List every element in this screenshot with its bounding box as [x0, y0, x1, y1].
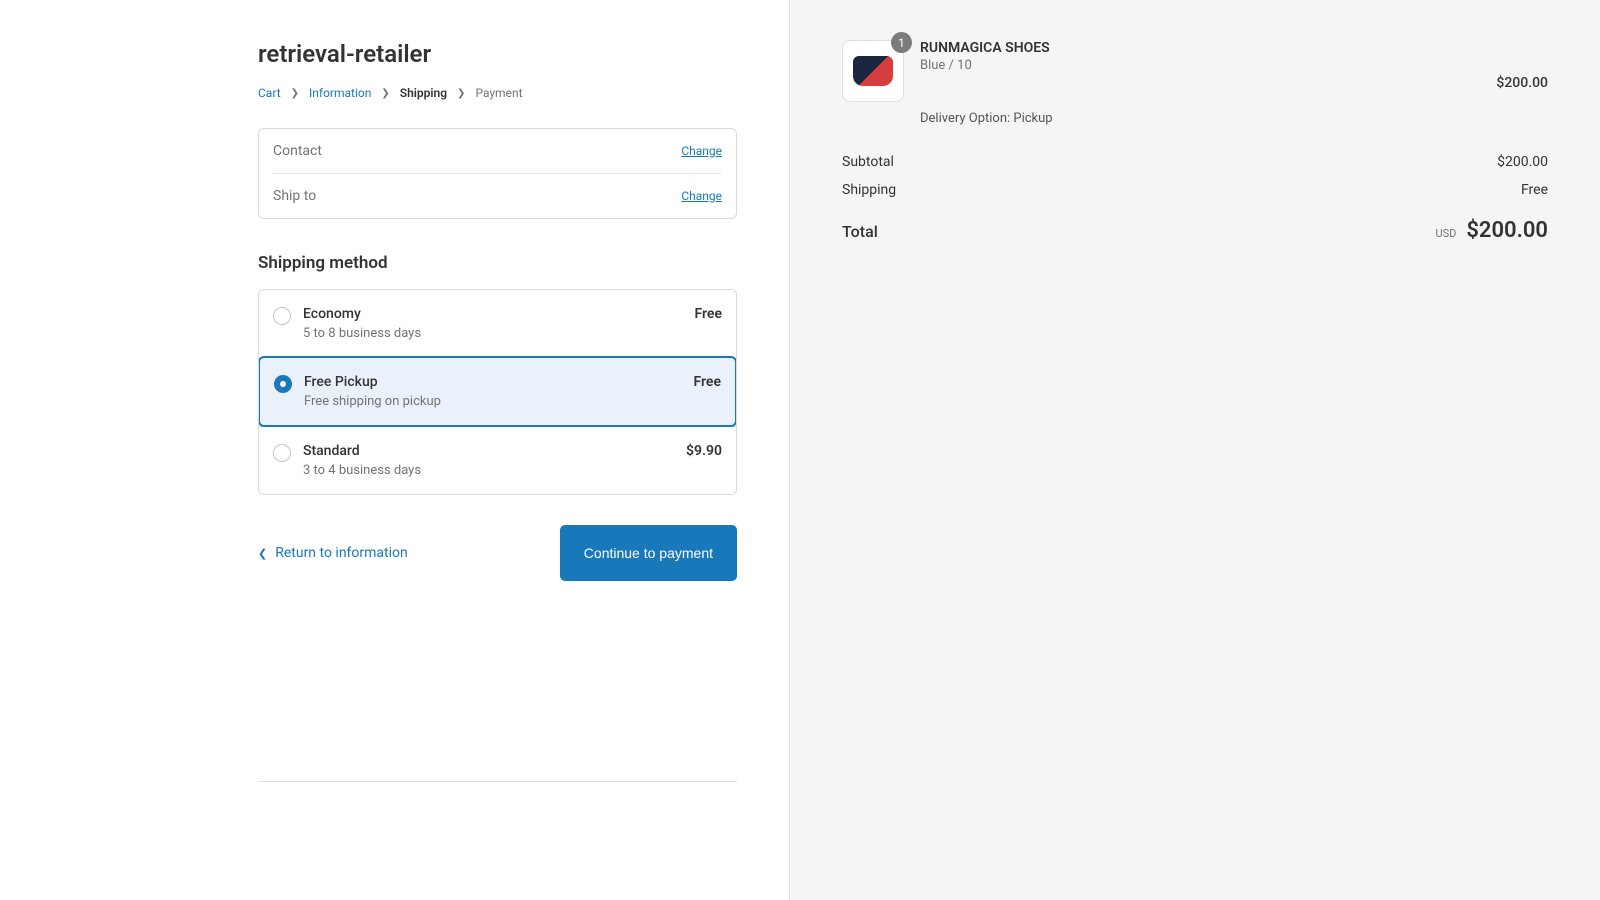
- shipping-option-name: Standard: [303, 443, 674, 459]
- actions-row: ❮ Return to information Continue to paym…: [258, 525, 737, 581]
- review-contact-label: Contact: [273, 143, 333, 159]
- total-amount: $200.00: [1466, 218, 1548, 243]
- review-shipto-label: Ship to: [273, 188, 333, 204]
- change-shipto-link[interactable]: Change: [681, 189, 722, 203]
- footer-divider: [258, 781, 737, 782]
- subtotal-label: Subtotal: [842, 154, 894, 170]
- shipping-option-price: $9.90: [686, 443, 722, 459]
- chevron-right-icon: ❯: [381, 88, 389, 99]
- shipping-option-desc: Free shipping on pickup: [304, 394, 682, 409]
- shipping-cost-value: Free: [1521, 182, 1548, 198]
- store-title: retrieval-retailer: [258, 40, 737, 68]
- breadcrumb-information[interactable]: Information: [309, 86, 371, 100]
- shoe-icon: [853, 56, 893, 86]
- breadcrumb: Cart ❯ Information ❯ Shipping ❯ Payment: [258, 86, 737, 100]
- currency-code: USD: [1435, 227, 1456, 240]
- shipping-option-desc: 3 to 4 business days: [303, 463, 674, 478]
- breadcrumb-shipping: Shipping: [400, 86, 447, 100]
- review-shipto-row: Ship to Change: [273, 173, 722, 218]
- item-delivery-option: Delivery Option: Pickup: [920, 111, 1480, 126]
- order-summary-sidebar: 1 RUNMAGICA SHOES Blue / 10 Delivery Opt…: [790, 0, 1600, 900]
- shipping-option-economy[interactable]: Economy 5 to 8 business days Free: [259, 290, 736, 357]
- review-contact-row: Contact Change: [273, 129, 722, 173]
- chevron-right-icon: ❯: [457, 88, 465, 99]
- change-contact-link[interactable]: Change: [681, 144, 722, 158]
- total-label: Total: [842, 222, 878, 241]
- cart-item: 1 RUNMAGICA SHOES Blue / 10 Delivery Opt…: [842, 40, 1548, 126]
- subtotal-row: Subtotal $200.00: [842, 148, 1548, 176]
- shipping-option-price: Free: [694, 374, 722, 390]
- shipping-option-standard[interactable]: Standard 3 to 4 business days $9.90: [259, 426, 736, 494]
- shipping-option-name: Free Pickup: [304, 374, 682, 390]
- product-thumbnail: 1: [842, 40, 904, 102]
- total-row: Total USD $200.00: [842, 204, 1548, 249]
- subtotal-value: $200.00: [1497, 154, 1548, 170]
- chevron-right-icon: ❯: [291, 88, 299, 99]
- shipping-option-price: Free: [695, 306, 723, 322]
- shipping-option-name: Economy: [303, 306, 683, 322]
- breadcrumb-payment: Payment: [475, 86, 522, 100]
- chevron-left-icon: ❮: [258, 547, 267, 560]
- return-link-label: Return to information: [275, 545, 408, 561]
- breadcrumb-cart[interactable]: Cart: [258, 86, 281, 100]
- radio-icon: [273, 307, 291, 325]
- totals: Subtotal $200.00 Shipping Free Total USD…: [842, 148, 1548, 249]
- shipping-options: Economy 5 to 8 business days Free Free P…: [258, 289, 737, 495]
- radio-icon: [274, 375, 292, 393]
- shipping-row: Shipping Free: [842, 176, 1548, 204]
- shipping-option-free-pickup[interactable]: Free Pickup Free shipping on pickup Free: [258, 356, 737, 427]
- return-to-information-link[interactable]: ❮ Return to information: [258, 545, 408, 561]
- review-box: Contact Change Ship to Change: [258, 128, 737, 219]
- shipping-cost-label: Shipping: [842, 182, 896, 198]
- quantity-badge: 1: [891, 32, 912, 53]
- item-variant: Blue / 10: [920, 58, 1480, 73]
- shipping-option-desc: 5 to 8 business days: [303, 326, 683, 341]
- item-price: $200.00: [1496, 75, 1548, 91]
- shipping-method-heading: Shipping method: [258, 253, 737, 273]
- continue-to-payment-button[interactable]: Continue to payment: [560, 525, 737, 581]
- item-name: RUNMAGICA SHOES: [920, 40, 1480, 56]
- radio-icon: [273, 444, 291, 462]
